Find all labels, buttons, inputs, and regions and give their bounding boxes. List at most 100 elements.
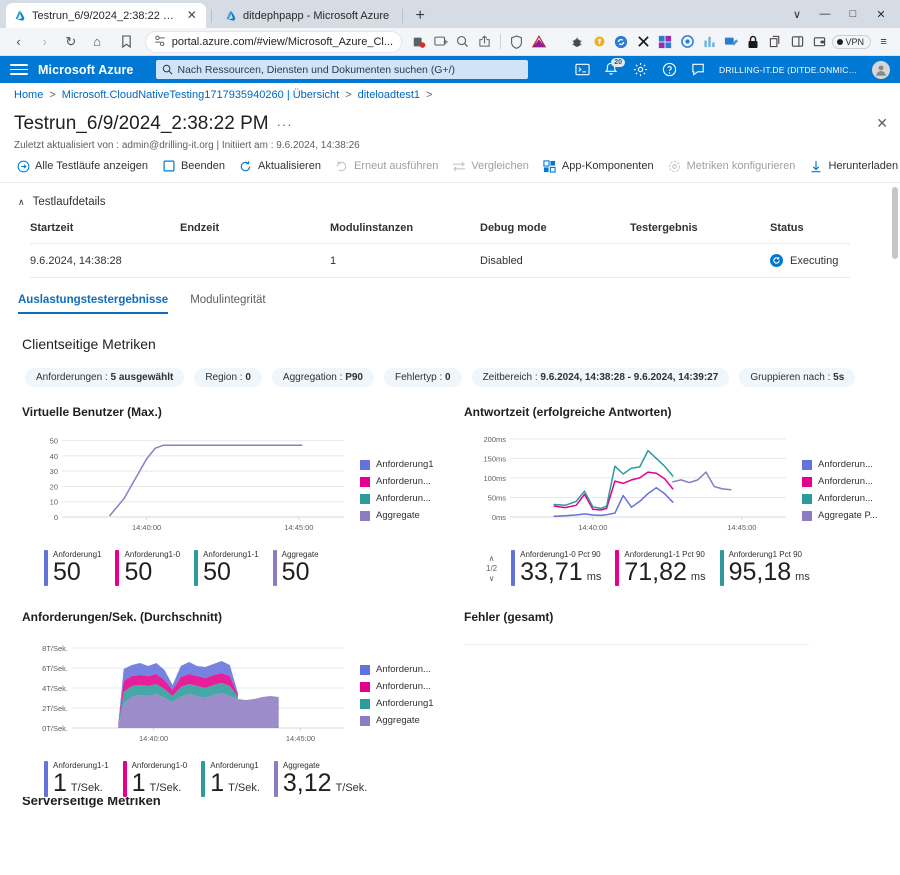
extension-warning-icon[interactable] — [529, 32, 548, 51]
chart-antwortzeit[interactable]: 0ms50ms100ms150ms200ms14:40:0014:45:00 — [464, 427, 794, 542]
legend-swatch — [360, 716, 370, 726]
command-aktualisieren[interactable]: Aktualisieren — [239, 159, 321, 173]
share-icon[interactable] — [475, 32, 494, 51]
split-screen-icon[interactable] — [431, 32, 450, 51]
close-window-button[interactable]: ✕ — [868, 4, 894, 24]
avatar[interactable] — [872, 61, 890, 79]
forward-icon[interactable]: › — [33, 31, 56, 53]
lock-extension-icon[interactable] — [744, 32, 763, 51]
notifications-icon[interactable]: 20 — [603, 62, 619, 78]
grid-extension-icon[interactable] — [656, 32, 675, 51]
command-app-komponenten[interactable]: App-Komponenten — [543, 159, 654, 173]
tracker-block-icon[interactable] — [409, 32, 428, 51]
bookmark-icon[interactable] — [115, 31, 138, 53]
tab-list-chevron-icon[interactable]: ∨ — [784, 4, 810, 24]
metric-color-bar — [720, 550, 724, 586]
chart-virtuelle-benutzer[interactable]: 0102030405014:40:0014:45:00 — [22, 427, 352, 542]
command-bar: Alle Testläufe anzeigen Beenden Aktualis… — [0, 151, 900, 183]
next-section-title: Serverseitige Metriken — [22, 797, 900, 808]
close-blade-button[interactable]: ✕ — [876, 115, 888, 132]
svg-text:8T/Sek.: 8T/Sek. — [42, 644, 68, 653]
bug-extension-icon[interactable] — [568, 32, 587, 51]
column-header-debug-mode: Debug mode — [480, 222, 630, 244]
browser-tab-inactive[interactable]: ditdephpapp - Microsoft Azure — [217, 3, 397, 28]
chip-fehlertyp[interactable]: Fehlertyp : 0 — [384, 368, 462, 387]
command-alle-testlaeufe-anzeigen[interactable]: Alle Testläufe anzeigen — [16, 159, 148, 173]
pen-extension-icon[interactable] — [722, 32, 741, 51]
sync-extension-icon[interactable] — [612, 32, 631, 51]
azure-brand[interactable]: Microsoft Azure — [38, 63, 134, 77]
metric-card: Anforderung1-01T/Sek. — [123, 761, 188, 797]
metric-pager[interactable]: ∧ 1/2 ∨ — [486, 550, 497, 584]
tab-auslastungstestergebnisse[interactable]: Auslastungstestergebnisse — [18, 294, 168, 314]
cell-endzeit — [180, 244, 330, 278]
new-tab-button[interactable]: + — [408, 4, 432, 28]
metric-card: Aggregate50 — [273, 550, 319, 586]
circle-extension-icon[interactable] — [678, 32, 697, 51]
chart-extension-icon[interactable] — [700, 32, 719, 51]
close-icon[interactable]: ✕ — [186, 9, 198, 22]
command-herunterladen[interactable]: Herunterladen ∨ — [809, 159, 900, 173]
help-icon[interactable] — [661, 62, 677, 78]
minimize-button[interactable]: — — [812, 4, 838, 24]
chip-zeitbereich[interactable]: Zeitbereich : 9.6.2024, 14:38:28 - 9.6.2… — [472, 368, 730, 387]
chip-gruppieren-nach[interactable]: Gruppieren nach : 5s — [739, 368, 855, 387]
home-icon[interactable]: ⌂ — [85, 31, 108, 53]
sidebar-extension-icon[interactable] — [788, 32, 807, 51]
scrollbar-thumb[interactable] — [892, 187, 898, 259]
maximize-button[interactable]: □ — [840, 4, 866, 24]
search-input[interactable]: Nach Ressourcen, Diensten und Dokumenten… — [156, 60, 528, 79]
pager-down-icon[interactable]: ∨ — [489, 574, 495, 584]
legend-swatch — [360, 699, 370, 709]
testlaufdetails-toggle[interactable]: ∧ Testlaufdetails — [0, 183, 900, 208]
back-icon[interactable]: ‹ — [7, 31, 30, 53]
chart-anforderungen-sek[interactable]: 0T/Sek.2T/Sek.4T/Sek.6T/Sek.8T/Sek.14:40… — [22, 632, 352, 753]
shield-icon[interactable] — [507, 32, 526, 51]
pager-up-icon[interactable]: ∧ — [489, 554, 495, 564]
legend-label: Anforderun... — [376, 476, 431, 487]
vpn-button[interactable]: VPN — [832, 35, 872, 49]
browser-menu-icon[interactable]: ≡ — [874, 32, 893, 51]
lock-key-extension-icon[interactable] — [590, 32, 609, 51]
browser-tab-active[interactable]: Testrun_6/9/2024_2:38:22 PM - ✕ — [6, 3, 206, 28]
chip-value: 5 ausgewählt — [111, 372, 174, 383]
chip-aggregation[interactable]: Aggregation : P90 — [272, 368, 374, 387]
legend-label: Anforderun... — [376, 681, 431, 692]
legend-label: Anforderun... — [818, 493, 873, 504]
address-bar[interactable]: portal.azure.com/#view/Microsoft_Azure_C… — [145, 31, 402, 53]
svg-text:100ms: 100ms — [483, 474, 506, 483]
settings-icon[interactable] — [632, 62, 648, 78]
chip-label: Fehlertyp : — [395, 372, 442, 383]
breadcrumb-item-resource[interactable]: Microsoft.CloudNativeTesting171793594026… — [62, 89, 339, 101]
legend-item: Anforderun... — [360, 681, 434, 692]
vertical-scrollbar[interactable] — [890, 183, 900, 813]
breadcrumb-item-test[interactable]: diteloadtest1 — [358, 89, 420, 101]
svg-text:2T/Sek.: 2T/Sek. — [42, 704, 68, 713]
feedback-icon[interactable] — [690, 62, 706, 78]
metric-value: 33,71 — [520, 559, 583, 586]
breadcrumb-item-home[interactable]: Home — [14, 89, 43, 101]
command-label: App-Komponenten — [562, 160, 654, 172]
legend-item: Anforderung1 — [360, 459, 434, 470]
chip-value: 5s — [833, 372, 844, 383]
copy-extension-icon[interactable] — [766, 32, 785, 51]
zoom-icon[interactable] — [453, 32, 472, 51]
wallet-extension-icon[interactable] — [810, 32, 829, 51]
command-beenden[interactable]: Beenden — [162, 159, 225, 173]
legend-label: Anforderun... — [818, 459, 873, 470]
cloud-shell-icon[interactable] — [574, 62, 590, 78]
breadcrumb: Home > Microsoft.CloudNativeTesting17179… — [0, 83, 900, 107]
menu-icon[interactable] — [10, 61, 28, 79]
account-name[interactable]: DRILLING-IT.DE (DITDE.ONMICR... — [719, 65, 859, 75]
page-title: Testrun_6/9/2024_2:38:22 PM — [14, 113, 269, 135]
site-settings-icon[interactable] — [154, 34, 166, 49]
metric-unit: ms — [795, 572, 810, 584]
reload-icon[interactable]: ↻ — [59, 31, 82, 53]
chip-anforderungen[interactable]: Anforderungen : 5 ausgewählt — [25, 368, 184, 387]
metric-unit: ms — [691, 572, 706, 584]
title-more-button[interactable]: ··· — [277, 117, 293, 132]
cell-startzeit: 9.6.2024, 14:38:28 — [30, 244, 180, 278]
x-extension-icon[interactable] — [634, 32, 653, 51]
chip-region[interactable]: Region : 0 — [194, 368, 262, 387]
tab-modulintegritaet[interactable]: Modulintegrität — [190, 294, 265, 314]
